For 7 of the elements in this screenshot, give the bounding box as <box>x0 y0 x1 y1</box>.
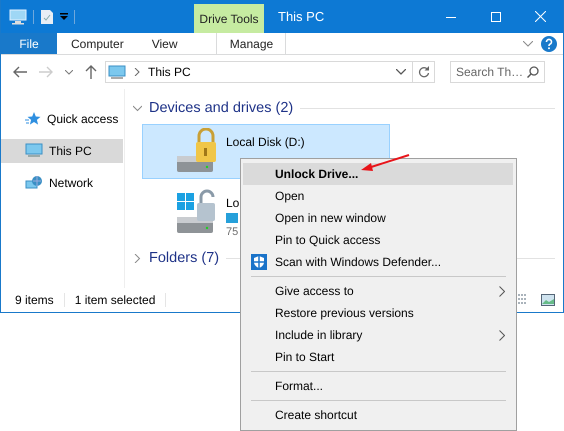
contextual-tab-header: Drive Tools <box>194 4 264 33</box>
drive-name: Lo <box>226 196 240 210</box>
item-count: 9 items <box>15 293 54 307</box>
selection-count: 1 item selected <box>74 293 156 307</box>
drive-space-text: 75 <box>226 226 240 238</box>
window-title: This PC <box>278 9 324 24</box>
drive-name: Local Disk (D:) <box>226 135 305 149</box>
